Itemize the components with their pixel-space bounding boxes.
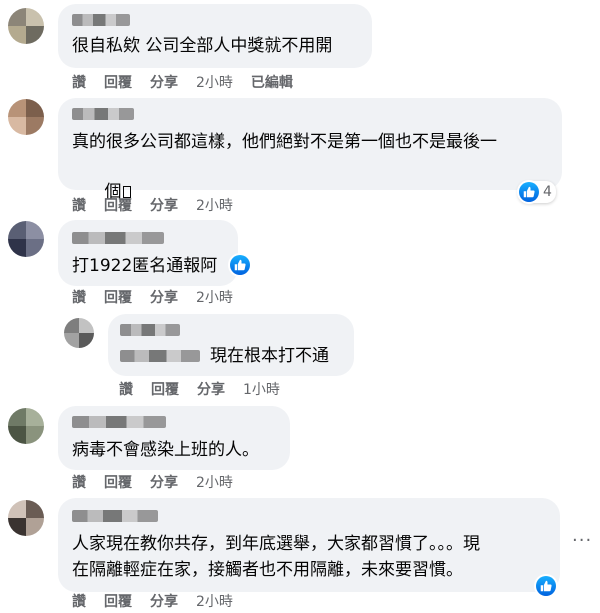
like-link[interactable]: 讚 [72,591,86,611]
comment-actions: 讚 回覆 分享 2小時 已編輯 [72,72,293,92]
comment-5: 病毒不會感染上班的人。 讚 回覆 分享 2小時 [0,402,600,497]
avatar[interactable] [8,221,44,257]
comment-text: 很自私欸 公司全部人中獎就不用開 [72,36,333,56]
comment-bubble: 打1922匿名通報阿 [58,220,238,286]
reply-link[interactable]: 回覆 [104,287,132,307]
reaction-summary[interactable]: 4 [518,181,556,203]
comment-text-line-2: 在隔離輕症在家，接觸者也不用隔離，未來要習慣。 [72,560,463,580]
comment-actions: 讚 回覆 分享 2小時 [72,195,233,215]
share-link[interactable]: 分享 [150,591,178,611]
reaction-pill[interactable]: 4 [518,181,556,203]
like-link[interactable]: 讚 [72,287,86,307]
more-options-icon[interactable]: ··· [572,530,592,551]
reply-link[interactable]: 回覆 [104,472,132,492]
comment-3: 打1922匿名通報阿 讚 回覆 分享 2小時 [0,215,600,310]
author-name[interactable] [72,510,158,522]
share-link[interactable]: 分享 [150,195,178,215]
comment-actions: 讚 回覆 分享 2小時 [72,287,233,307]
comment-1: 很自私欸 公司全部人中獎就不用開 讚 回覆 分享 2小時 已編輯 [0,0,600,95]
timestamp[interactable]: 2小時 [196,195,233,215]
comment-actions: 讚 回覆 分享 1小時 [119,379,280,399]
thumbs-up-icon [230,255,250,275]
comment-bubble: 很自私欸 公司全部人中獎就不用開 [58,4,372,68]
author-name[interactable] [72,416,166,428]
comment-text: 病毒不會感染上班的人。 [72,440,259,460]
avatar[interactable] [64,318,94,348]
comment-text: 打1922匿名通報阿 [72,256,218,276]
reply-link[interactable]: 回覆 [104,195,132,215]
reaction-summary[interactable] [230,255,250,275]
share-link[interactable]: 分享 [197,379,225,399]
timestamp[interactable]: 2小時 [196,72,233,92]
comment-actions: 讚 回覆 分享 2小時 [72,472,233,492]
timestamp[interactable]: 2小時 [196,591,233,611]
edited-label[interactable]: 已編輯 [251,72,293,92]
author-name[interactable] [120,324,180,336]
avatar[interactable] [8,500,44,536]
like-link[interactable]: 讚 [119,379,133,399]
reaction-summary[interactable] [536,576,556,596]
timestamp[interactable]: 2小時 [196,472,233,492]
comment-6: 人家現在教你共存，到年底選舉，大家都習慣了。。。現 在隔離輕症在家，接觸者也不用… [0,494,600,613]
reply-link[interactable]: 回覆 [151,379,179,399]
comment-bubble: 病毒不會感染上班的人。 [58,406,290,470]
comment-actions: 讚 回覆 分享 2小時 [72,591,233,611]
avatar[interactable] [8,99,44,135]
comment-text-line-1: 真的很多公司都這樣，他們絕對不是第一個也不是最後一 [72,132,497,152]
timestamp[interactable]: 2小時 [196,287,233,307]
thumbs-up-icon [519,182,539,202]
author-name[interactable] [72,14,130,26]
comment-text-line-1: 人家現在教你共存，到年底選舉，大家都習慣了。。。現 [72,534,480,554]
reaction-count: 4 [543,184,552,200]
comment-bubble: 現在根本打不通 [108,314,354,376]
thumbs-up-icon [536,576,556,596]
avatar[interactable] [8,8,44,44]
reply-link[interactable]: 回覆 [104,72,132,92]
comment-bubble: 真的很多公司都這樣，他們絕對不是第一個也不是最後一 個 [58,98,562,202]
mentioned-name[interactable] [120,350,200,362]
like-link[interactable]: 讚 [72,195,86,215]
comment-4-reply: 現在根本打不通 讚 回覆 分享 1小時 [0,310,600,405]
like-link[interactable]: 讚 [72,472,86,492]
author-name[interactable] [72,232,164,244]
comment-bubble: 人家現在教你共存，到年底選舉，大家都習慣了。。。現 在隔離輕症在家，接觸者也不用… [58,498,560,592]
share-link[interactable]: 分享 [150,72,178,92]
author-name[interactable] [72,108,134,120]
share-link[interactable]: 分享 [150,472,178,492]
comment-2: 真的很多公司都這樣，他們絕對不是第一個也不是最後一 個 4 讚 回覆 分享 2小… [0,95,600,215]
like-link[interactable]: 讚 [72,72,86,92]
avatar[interactable] [8,408,44,444]
comment-text: 現在根本打不通 [210,346,329,366]
share-link[interactable]: 分享 [150,287,178,307]
reply-link[interactable]: 回覆 [104,591,132,611]
timestamp[interactable]: 1小時 [243,379,280,399]
